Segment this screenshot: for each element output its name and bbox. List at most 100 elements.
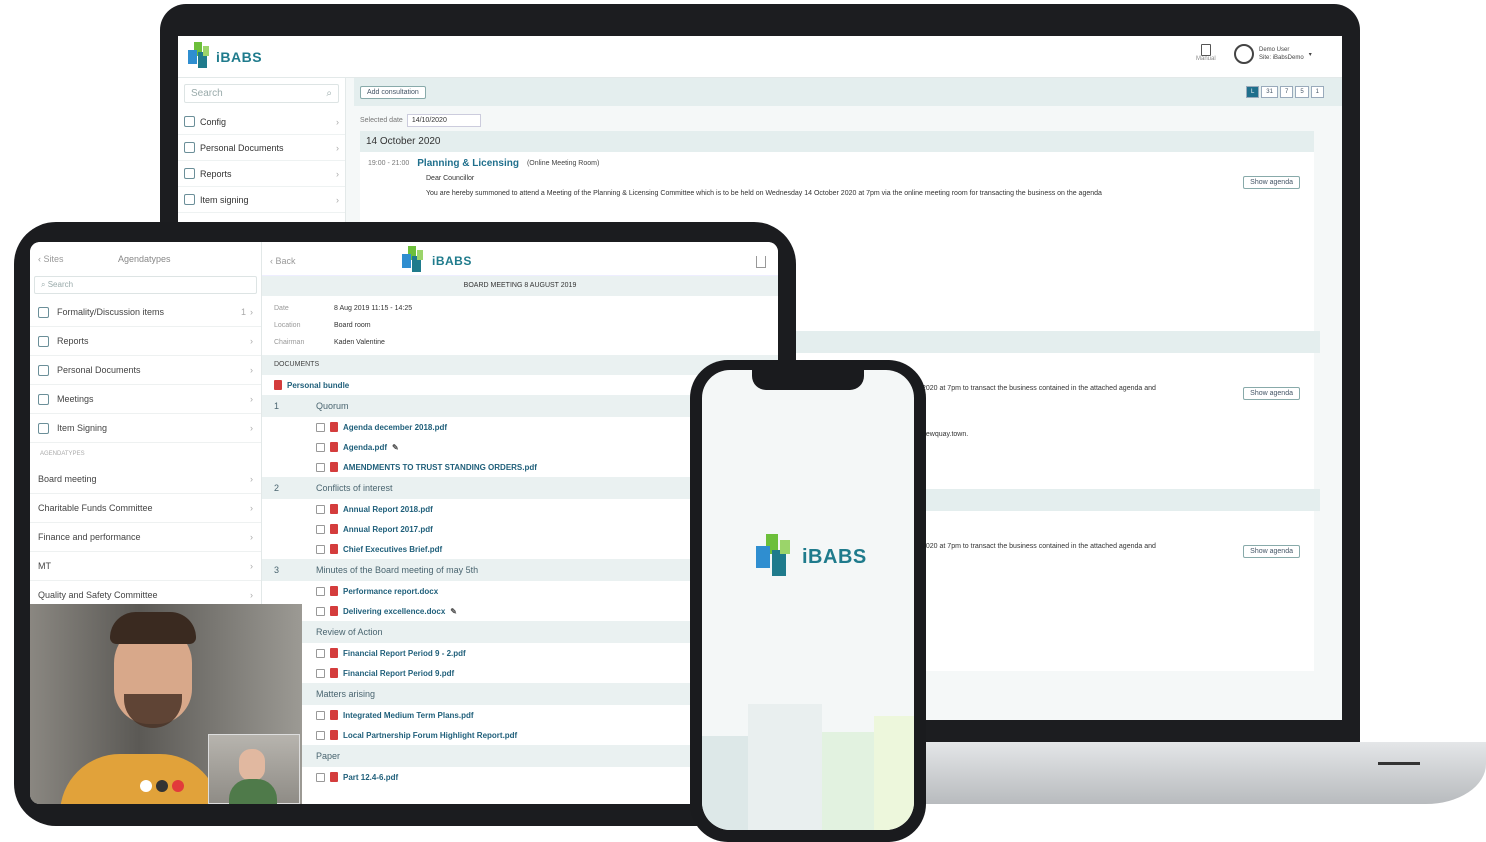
phone-screen: iBABS bbox=[702, 370, 914, 830]
document-checkbox[interactable] bbox=[316, 668, 325, 678]
show-agenda-button[interactable]: Show agenda bbox=[1243, 545, 1300, 558]
agendatype-item[interactable]: Charitable Funds Committee › bbox=[30, 494, 261, 523]
view-button[interactable]: 7 bbox=[1279, 86, 1294, 98]
view-button[interactable]: 31 bbox=[1261, 86, 1278, 98]
document-checkbox[interactable] bbox=[316, 772, 325, 782]
add-consultation-button[interactable]: Add consultation bbox=[360, 85, 426, 99]
document-name[interactable]: Local Partnership Forum Highlight Report… bbox=[343, 731, 517, 740]
document-name[interactable]: AMENDMENTS TO TRUST STANDING ORDERS.pdf bbox=[343, 463, 537, 472]
tablet-sidebar-header: ‹ Sites Agendatypes bbox=[30, 242, 261, 276]
section-number: 2 bbox=[274, 483, 280, 493]
view-button[interactable]: 5 bbox=[1295, 86, 1309, 98]
document-checkbox[interactable] bbox=[316, 710, 325, 720]
back-sites-button[interactable]: ‹ Sites bbox=[38, 254, 64, 264]
pdf-icon bbox=[330, 772, 338, 782]
tablet-sidebar-item[interactable]: Personal Documents › bbox=[30, 356, 261, 385]
self-shirt bbox=[229, 779, 277, 804]
sidebar-item[interactable]: Config › bbox=[178, 109, 345, 135]
document-checkbox[interactable] bbox=[316, 586, 325, 596]
chevron-right-icon: › bbox=[250, 532, 253, 542]
meta-value: 8 Aug 2019 11:15 - 14:25 bbox=[334, 305, 413, 312]
video-call-panel[interactable] bbox=[30, 604, 302, 804]
back-button[interactable]: ‹ Back bbox=[270, 256, 296, 266]
meeting-description: 2020 at 7pm to transact the business con… bbox=[922, 543, 1156, 550]
chevron-right-icon: › bbox=[250, 590, 253, 600]
document-checkbox[interactable] bbox=[316, 524, 325, 534]
sidebar-item-label: Reports bbox=[200, 168, 232, 179]
meeting-meta-row: Location Board room bbox=[274, 317, 766, 334]
pdf-icon bbox=[330, 442, 338, 452]
document-name[interactable]: Financial Report Period 9 - 2.pdf bbox=[343, 649, 466, 658]
laptop-search: Search ⌕ bbox=[178, 78, 345, 109]
document-checkbox[interactable] bbox=[316, 730, 325, 740]
document-checkbox[interactable] bbox=[316, 422, 325, 432]
agendatype-item[interactable]: Board meeting › bbox=[30, 465, 261, 494]
document-checkbox[interactable] bbox=[316, 442, 325, 452]
sidebar-item[interactable]: Item signing › bbox=[178, 187, 345, 213]
share-icon[interactable] bbox=[756, 256, 766, 268]
document-checkbox[interactable] bbox=[316, 606, 325, 616]
self-view-thumbnail[interactable] bbox=[208, 734, 300, 804]
tablet-sidebar-item-label: Meetings bbox=[57, 394, 94, 404]
selected-date-input[interactable]: 14/10/2020 bbox=[406, 114, 481, 127]
participant-hair bbox=[110, 612, 196, 644]
document-name[interactable]: Financial Report Period 9.pdf bbox=[343, 669, 454, 678]
meta-value: Kaden Valentine bbox=[334, 339, 385, 346]
sidebar-item-label: Config bbox=[200, 116, 227, 127]
sidebar-item[interactable]: Reports › bbox=[178, 161, 345, 187]
document-name[interactable]: Chief Executives Brief.pdf bbox=[343, 545, 442, 554]
tablet-sidebar-item[interactable]: Reports › bbox=[30, 327, 261, 356]
chevron-right-icon: › bbox=[250, 503, 253, 513]
document-name[interactable]: Performance report.docx bbox=[343, 587, 438, 596]
ibabs-logo-icon bbox=[186, 42, 212, 72]
meeting-description: 2020 at 7pm to transact the business con… bbox=[922, 385, 1156, 392]
section-title: Review of Action bbox=[316, 627, 383, 637]
camera-icon[interactable] bbox=[156, 780, 168, 792]
agendatype-item[interactable]: Finance and performance › bbox=[30, 523, 261, 552]
pdf-icon bbox=[330, 710, 338, 720]
pdf-icon bbox=[330, 668, 338, 678]
document-name[interactable]: Integrated Medium Term Plans.pdf bbox=[343, 711, 474, 720]
laptop-header: iBABS Manual Demo User Site: iBabsDemo ▾ bbox=[178, 36, 1342, 78]
document-checkbox[interactable] bbox=[316, 462, 325, 472]
sidebar-item[interactable]: Personal Documents › bbox=[178, 135, 345, 161]
document-name[interactable]: Part 12.4-6.pdf bbox=[343, 773, 398, 782]
agendatypes-header: AGENDATYPES bbox=[40, 451, 85, 457]
document-checkbox[interactable] bbox=[316, 648, 325, 658]
end-call-icon[interactable] bbox=[172, 780, 184, 792]
search-icon: ⌕ bbox=[326, 88, 332, 99]
user-menu[interactable]: Demo User Site: iBabsDemo ▾ bbox=[1234, 44, 1312, 64]
manual-label: Manual bbox=[1196, 56, 1216, 62]
mic-icon[interactable] bbox=[140, 780, 152, 792]
show-agenda-button[interactable]: Show agenda bbox=[1243, 176, 1300, 189]
show-agenda-button[interactable]: Show agenda bbox=[1243, 387, 1300, 400]
meeting-entry[interactable]: 19:00 - 21:00 Planning & Licensing (Onli… bbox=[360, 152, 1314, 208]
tablet-sidebar-item[interactable]: Formality/Discussion items 1 › bbox=[30, 298, 261, 327]
user-avatar-icon bbox=[1234, 44, 1254, 64]
chevron-left-icon: ‹ bbox=[270, 256, 273, 266]
document-checkbox[interactable] bbox=[316, 544, 325, 554]
document-name[interactable]: Agenda.pdf bbox=[343, 443, 387, 452]
meeting-title[interactable]: Planning & Licensing bbox=[417, 158, 519, 169]
pdf-icon bbox=[274, 380, 282, 390]
view-button[interactable]: 1 bbox=[1310, 86, 1324, 98]
agendatype-item[interactable]: MT › bbox=[30, 552, 261, 581]
pencil-icon: ✎ bbox=[392, 442, 399, 452]
tablet-sidebar-item[interactable]: Item Signing › bbox=[30, 414, 261, 443]
tablet-sidebar-item[interactable]: Meetings › bbox=[30, 385, 261, 414]
document-name[interactable]: Delivering excellence.docx bbox=[343, 607, 445, 616]
document-name[interactable]: Annual Report 2017.pdf bbox=[343, 525, 433, 534]
tablet-sidebar-item-label: Personal Documents bbox=[57, 365, 141, 375]
laptop-logo[interactable]: iBABS bbox=[186, 42, 262, 72]
document-name[interactable]: Agenda december 2018.pdf bbox=[343, 423, 447, 432]
chevron-right-icon: › bbox=[250, 336, 253, 346]
view-button[interactable]: L bbox=[1245, 86, 1260, 98]
manual-button[interactable]: Manual bbox=[1196, 44, 1216, 62]
document-name[interactable]: Annual Report 2018.pdf bbox=[343, 505, 433, 514]
document-checkbox[interactable] bbox=[316, 504, 325, 514]
tablet-sidebar-item-label: Formality/Discussion items bbox=[57, 307, 165, 317]
date-picker: Selected date 14/10/2020 bbox=[354, 106, 1342, 131]
chevron-right-icon: › bbox=[250, 365, 253, 375]
tablet-search-input[interactable]: ⌕ Search bbox=[34, 276, 257, 294]
search-input[interactable]: Search ⌕ bbox=[184, 84, 339, 103]
